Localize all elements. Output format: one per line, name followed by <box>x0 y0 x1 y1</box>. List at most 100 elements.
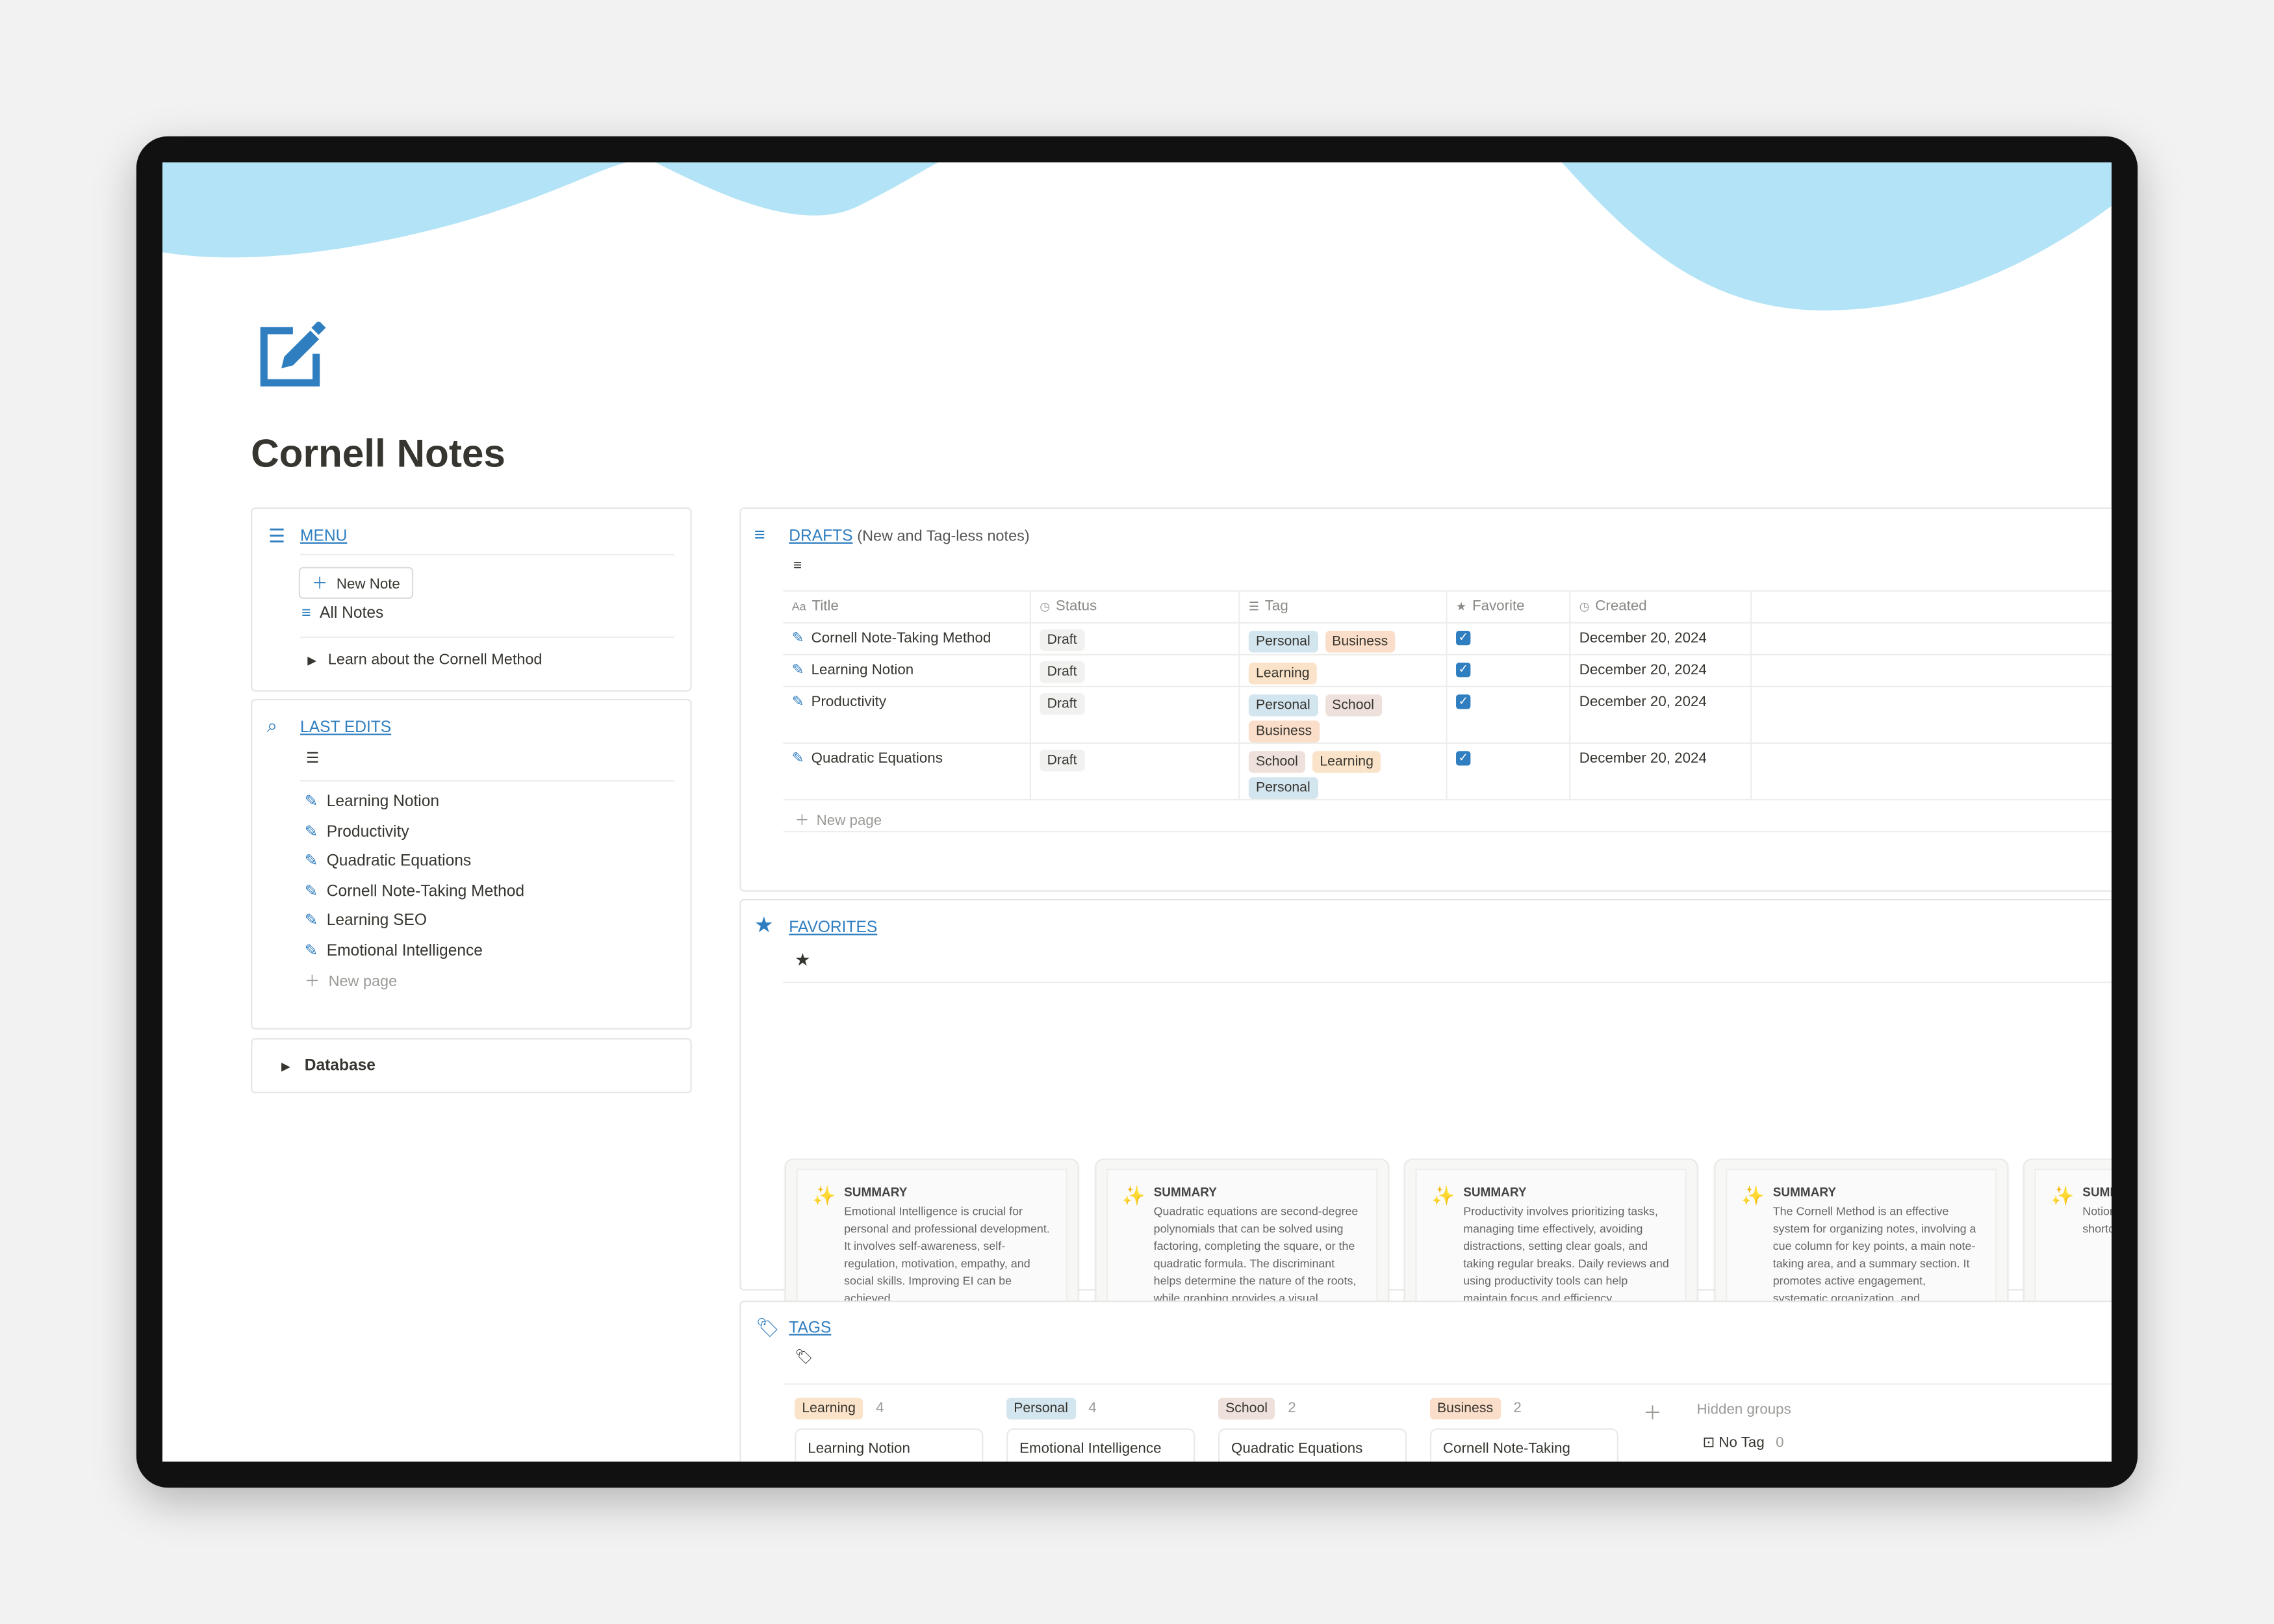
tag-cell[interactable]: Personal SchoolBusiness <box>1240 687 1448 742</box>
note-edit-icon: ✎ <box>304 882 318 900</box>
magic-wand-icon: ✨ <box>811 1184 836 1207</box>
cover-image <box>162 162 2112 311</box>
last-edit-item[interactable]: ✎ Learning SEO <box>305 911 427 930</box>
column-header[interactable]: ☰ Tag <box>1240 591 1448 622</box>
board-card[interactable]: Quadratic Equations <box>1218 1428 1407 1462</box>
board-card[interactable]: Emotional Intelligence <box>1006 1428 1195 1462</box>
note-edit-icon <box>260 322 326 387</box>
status-cell[interactable]: Draft <box>1031 744 1240 799</box>
tag-business: Business <box>1248 720 1320 742</box>
plus-icon: ＋ <box>304 972 320 991</box>
status-cell[interactable]: Draft <box>1031 687 1240 742</box>
database-toggle[interactable]: ▶ Database <box>251 1038 692 1094</box>
tags-title-link[interactable]: TAGS <box>789 1319 831 1337</box>
tag-learning: Learning <box>1248 663 1317 685</box>
list-view-icon[interactable]: ☰ <box>306 751 319 767</box>
column-type-icon: ◷ <box>1579 600 1590 614</box>
board-card[interactable]: Learning Notion <box>795 1428 984 1462</box>
status-cell[interactable]: Draft <box>1031 655 1240 686</box>
tag-learning: Learning <box>795 1397 863 1420</box>
table-row[interactable]: ✎ Learning Notion Draft Learning ✓ Decemb… <box>783 655 2112 688</box>
favorites-title-link[interactable]: FAVORITES <box>789 919 877 937</box>
note-edit-icon: ✎ <box>304 793 318 811</box>
drafts-table: Aa Title ◷ Status ☰ Tag ★ Favorite ◷ Created ✎ Cor… <box>783 590 2112 833</box>
tag-school: School <box>1325 694 1382 717</box>
tag-icon: 🏷︎ <box>755 1316 780 1339</box>
favorite-cell[interactable]: ✓ <box>1448 623 1571 654</box>
status-cell[interactable]: Draft <box>1031 623 1240 654</box>
note-edit-icon: ✎ <box>791 630 804 647</box>
drafts-block: ≡ DRAFTS (New and Tag-less notes) ≡ Aa Ti… <box>739 507 2112 892</box>
tag-cell[interactable]: Learning <box>1240 655 1448 686</box>
list-edit-icon: ≡ <box>754 523 765 546</box>
column-header[interactable]: ◷ Status <box>1031 591 1240 622</box>
board-tag-icon[interactable]: 🏷︎ <box>795 1350 813 1366</box>
favorite-cell[interactable]: ✓ <box>1448 744 1571 799</box>
board-group-header[interactable]: Learning 4 <box>795 1397 884 1420</box>
new-note-button[interactable]: ＋ New Note <box>298 566 413 599</box>
toggle-cornell-method[interactable]: ▶ Learn about the Cornell Method <box>307 651 542 668</box>
menu-title-link[interactable]: MENU <box>300 527 347 545</box>
menu-icon: ☰ <box>268 525 285 547</box>
list-edit-view-icon[interactable]: ≡ <box>793 558 802 574</box>
title-cell[interactable]: ✎ Learning Notion <box>783 655 1032 686</box>
favorite-cell[interactable]: ✓ <box>1448 655 1571 686</box>
board-card[interactable]: Cornell Note-Taking <box>1429 1428 1619 1462</box>
board-group-header[interactable]: Personal 4 <box>1006 1397 1097 1420</box>
tag-business: Business <box>1429 1397 1501 1420</box>
favorite-checkbox[interactable]: ✓ <box>1456 752 1471 767</box>
favorite-checkbox[interactable]: ✓ <box>1456 631 1471 646</box>
drafts-title-link[interactable]: DRAFTS <box>789 527 852 545</box>
tag-school: School <box>1218 1397 1275 1420</box>
last-edit-item[interactable]: ✎ Cornell Note-Taking Method <box>305 881 524 900</box>
created-cell: December 20, 2024 <box>1570 687 1752 742</box>
column-type-icon: ◷ <box>1040 600 1051 614</box>
column-header[interactable]: ◷ Created <box>1570 591 1752 622</box>
new-page-row[interactable]: ＋ New page <box>783 800 2112 833</box>
tag-cell[interactable]: School Learning Personal <box>1240 744 1448 799</box>
add-group-button[interactable]: ＋ <box>1643 1398 1662 1425</box>
column-header[interactable]: Aa Title <box>783 591 1032 622</box>
plus-icon: ＋ <box>311 576 328 593</box>
notion-page: Cornell Notes ☰ MENU ＋ New Note ≡ All Note… <box>162 162 2112 1462</box>
new-page-button[interactable]: ＋ New page <box>305 970 397 991</box>
gallery-star-icon[interactable]: ★ <box>795 950 810 970</box>
table-header: Aa Title ◷ Status ☰ Tag ★ Favorite ◷ Created <box>783 591 2112 624</box>
column-header[interactable]: ★ Favorite <box>1448 591 1571 622</box>
board-group-header[interactable]: School 2 <box>1218 1397 1296 1420</box>
tag-personal: Personal <box>1248 694 1318 717</box>
last-edit-item[interactable]: ✎ Emotional Intelligence <box>305 941 483 959</box>
magic-wand-icon: ✨ <box>1741 1184 1765 1207</box>
title-cell[interactable]: ✎ Quadratic Equations <box>783 744 1032 799</box>
created-cell: December 20, 2024 <box>1570 623 1752 654</box>
note-edit-icon: ✎ <box>304 822 318 841</box>
last-edit-item[interactable]: ✎ Quadratic Equations <box>305 851 471 870</box>
title-cell[interactable]: ✎ Cornell Note-Taking Method <box>783 623 1032 654</box>
table-row[interactable]: ✎ Cornell Note-Taking Method Draft Person… <box>783 623 2112 655</box>
tag-school: School <box>1248 751 1306 773</box>
tag-cell[interactable]: Personal Business <box>1240 623 1448 654</box>
board-group-header[interactable]: Business 2 <box>1429 1397 1522 1420</box>
all-notes-link[interactable]: ≡ All Notes <box>301 605 383 622</box>
tag-learning: Learning <box>1312 751 1381 773</box>
tag-draft: Draft <box>1040 661 1084 683</box>
title-cell[interactable]: ✎ Productivity <box>783 687 1032 742</box>
favorite-checkbox[interactable]: ✓ <box>1456 694 1471 710</box>
favorite-checkbox[interactable]: ✓ <box>1456 663 1471 678</box>
note-edit-icon: ✎ <box>304 941 318 959</box>
last-edit-item[interactable]: ✎ Learning Notion <box>305 792 439 811</box>
tags-block: 🏷︎ TAGS 🏷︎ Learning 4 Learning Notion Pers… <box>739 1300 2112 1462</box>
table-row[interactable]: ✎ Productivity Draft Personal SchoolBusine… <box>783 687 2112 744</box>
magic-wand-icon: ✨ <box>2050 1184 2075 1207</box>
plus-icon: ＋ <box>795 813 810 830</box>
column-type-icon: Aa <box>791 600 806 614</box>
tag-personal: Personal <box>1006 1397 1076 1420</box>
tag-personal: Personal <box>1248 777 1318 799</box>
last-edits-title-link[interactable]: LAST EDITS <box>300 719 391 737</box>
column-type-icon: ★ <box>1456 600 1467 614</box>
table-row[interactable]: ✎ Quadratic Equations Draft School Learnin… <box>783 744 2112 801</box>
favorite-cell[interactable]: ✓ <box>1448 687 1571 742</box>
last-edit-item[interactable]: ✎ Productivity <box>304 821 409 841</box>
no-tag-group[interactable]: ⊡ No Tag 0 <box>1702 1436 1783 1452</box>
page-title: Cornell Notes <box>251 432 505 476</box>
